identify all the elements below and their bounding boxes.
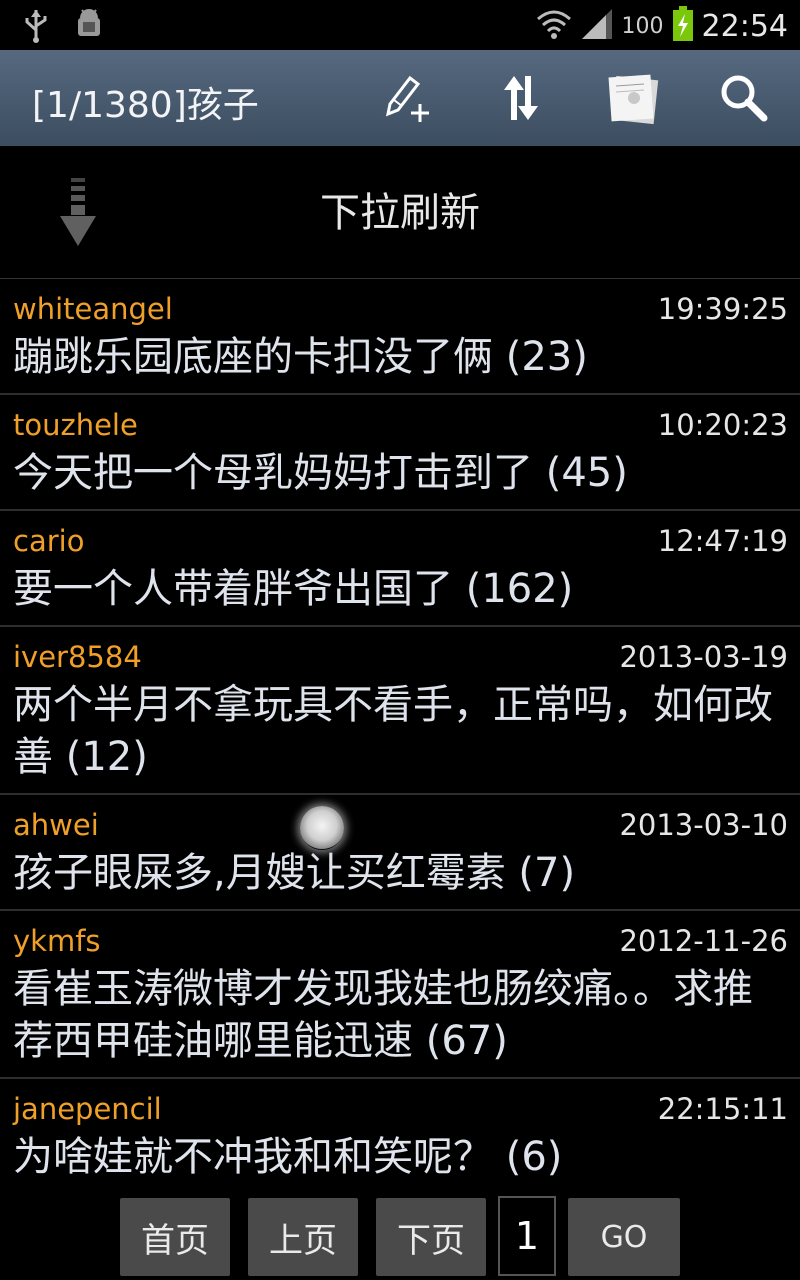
post-author: iver8584 <box>13 640 142 674</box>
post-author: janepencil <box>13 1092 162 1126</box>
post-time: 19:39:25 <box>657 292 788 326</box>
post-title: 今天把一个母乳妈妈打击到了 (45) <box>13 450 628 496</box>
paper-note-icon <box>608 74 659 125</box>
pager-bar: 首页 上页 下页 1 GO <box>0 1180 800 1280</box>
prev-page-button[interactable]: 上页 <box>248 1198 358 1276</box>
post-title: 为啥娃就不冲我和和笑呢？ (6) <box>13 1134 563 1179</box>
post-author: whiteangel <box>13 292 173 326</box>
search-button[interactable] <box>716 70 772 126</box>
post-time: 10:20:23 <box>657 408 788 442</box>
notes-button[interactable] <box>604 70 660 126</box>
up-down-arrows-icon <box>504 76 538 120</box>
battery-charging-icon <box>672 6 694 46</box>
usb-icon <box>22 8 50 48</box>
next-page-button[interactable]: 下页 <box>376 1198 486 1276</box>
list-item[interactable]: touzhele 10:20:23 今天把一个母乳妈妈打击到了 (45) <box>0 395 800 511</box>
battery-level: 100 <box>621 13 664 39</box>
list-item[interactable]: iver8584 2013-03-19 两个半月不拿玩具不看手，正常吗，如何改善… <box>0 627 800 795</box>
list-item[interactable]: whiteangel 19:39:25 蹦跳乐园底座的卡扣没了俩 (23) <box>0 279 800 395</box>
post-title: 要一个人带着胖爷出国了 (162) <box>13 566 574 612</box>
post-title: 蹦跳乐园底座的卡扣没了俩 (23) <box>13 334 588 380</box>
list-item[interactable]: cario 12:47:19 要一个人带着胖爷出国了 (162) <box>0 511 800 627</box>
page-number-input[interactable]: 1 <box>498 1196 556 1276</box>
first-page-button[interactable]: 首页 <box>120 1198 230 1276</box>
post-author: ykmfs <box>13 924 101 958</box>
action-bar: [1/1380]孩子 <box>0 50 800 148</box>
list-item[interactable]: ahwei 2013-03-10 孩子眼屎多,月嫂让买红霉素 (7) <box>0 795 800 911</box>
sort-button[interactable] <box>492 70 548 126</box>
list-item[interactable]: ykmfs 2012-11-26 看崔玉涛微博才发现我娃也肠绞痛。。求推荐西甲硅… <box>0 911 800 1079</box>
board-title: [1/1380]孩子 <box>32 85 259 126</box>
post-time: 12:47:19 <box>657 524 788 558</box>
list-item[interactable]: janepencil 22:15:11 为啥娃就不冲我和和笑呢？ (6) <box>0 1079 800 1179</box>
post-author: ahwei <box>13 808 99 842</box>
pencil-add-icon <box>385 75 429 122</box>
go-button[interactable]: GO <box>568 1198 680 1276</box>
post-time: 2013-03-10 <box>619 808 788 842</box>
refresh-label: 下拉刷新 <box>320 190 480 236</box>
android-debug-icon <box>74 8 104 48</box>
post-title: 两个半月不拿玩具不看手，正常吗，如何改善 (12) <box>13 682 773 780</box>
new-post-button[interactable] <box>380 70 436 126</box>
post-author: touzhele <box>13 408 138 442</box>
post-time: 2013-03-19 <box>619 640 788 674</box>
post-list[interactable]: whiteangel 19:39:25 蹦跳乐园底座的卡扣没了俩 (23) to… <box>0 279 800 1179</box>
signal-icon <box>580 7 614 45</box>
wifi-icon <box>536 7 572 45</box>
post-author: cario <box>13 524 85 558</box>
search-icon <box>721 75 768 122</box>
post-title: 看崔玉涛微博才发现我娃也肠绞痛。。求推荐西甲硅油哪里能迅速 (67) <box>13 966 753 1064</box>
pull-to-refresh[interactable]: 下拉刷新 <box>0 146 800 279</box>
clock: 22:54 <box>701 8 788 44</box>
post-time: 22:15:11 <box>657 1092 788 1126</box>
touch-indicator <box>300 806 344 850</box>
post-time: 2012-11-26 <box>619 924 788 958</box>
status-bar: 100 22:54 <box>0 0 800 50</box>
post-title: 孩子眼屎多,月嫂让买红霉素 (7) <box>13 850 576 896</box>
